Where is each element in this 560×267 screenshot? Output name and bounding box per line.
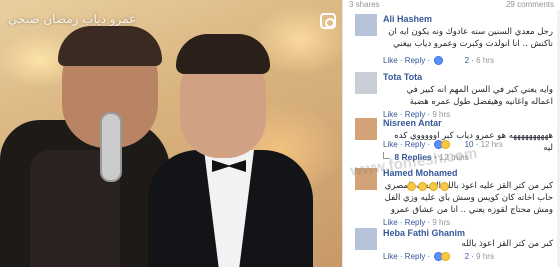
like-reaction-icon[interactable] <box>434 56 462 66</box>
comment-actions: Like · Reply · 9 hrs <box>383 218 451 227</box>
comment-time[interactable]: 12 hrs <box>481 140 503 149</box>
comment-time[interactable]: 9 hrs <box>476 252 494 261</box>
reaction-count: 2 <box>464 56 470 65</box>
reaction-count: 2 <box>464 252 470 261</box>
sad-emoji-icon <box>429 182 438 191</box>
comment-author[interactable]: Tota Tota <box>383 72 422 82</box>
comment-text: كبر من كتر القز اعوذ بالله <box>461 239 553 249</box>
comment-actions: Like · Reply · 10 · 12 hrs <box>383 140 503 150</box>
comment-author[interactable]: Heba Fathi Ghanim <box>383 228 465 238</box>
comment-author[interactable]: Nisreen Antar <box>383 118 442 128</box>
avatar[interactable] <box>355 72 377 94</box>
comment-time[interactable]: 9 hrs <box>432 218 450 227</box>
comment-time[interactable]: 6 hrs <box>476 56 494 65</box>
comment-text: وايه يعني كبر في السن المهم انه كبير في … <box>406 85 553 107</box>
photo-caption: عمرو دياب رمضان صبحي <box>8 12 137 26</box>
left-person-hair <box>58 26 162 66</box>
like-link[interactable]: Like <box>383 252 398 261</box>
like-link[interactable]: Like <box>383 56 398 65</box>
photo[interactable]: عمرو دياب رمضان صبحي <box>0 0 342 267</box>
comment-text: رجل معدي السنين سنه عادوك ونه يكون ايه ا… <box>388 27 553 49</box>
comment-actions: Like · Reply · 2 · 9 hrs <box>383 252 494 262</box>
comment-author[interactable]: Ali Hashem <box>383 14 432 24</box>
reply-link[interactable]: Reply <box>405 252 425 261</box>
like-link[interactable]: Like <box>383 218 398 227</box>
sad-emoji-icon <box>407 182 416 191</box>
comment-actions: Like · Reply · 2 · 6 hrs <box>383 56 494 66</box>
right-person-hair <box>176 34 270 74</box>
like-reaction-icon[interactable] <box>434 252 462 262</box>
reply-link[interactable]: Reply <box>405 218 425 227</box>
shares-bar: 3 shares 29 comments <box>343 0 560 10</box>
like-link[interactable]: Like <box>383 140 398 149</box>
comments-count[interactable]: 29 comments <box>506 0 554 10</box>
reply-link[interactable]: Reply <box>405 56 425 65</box>
emoji-row <box>407 182 449 191</box>
microphone <box>100 112 122 182</box>
shares-count[interactable]: 3 shares <box>349 0 380 10</box>
reply-link[interactable]: Reply <box>405 140 425 149</box>
sad-emoji-icon <box>418 182 427 191</box>
sad-emoji-icon <box>440 182 449 191</box>
comments-panel: 3 shares 29 comments Ali Hashem رجل معدي… <box>342 0 560 267</box>
avatar[interactable] <box>355 118 377 140</box>
instagram-icon[interactable] <box>320 13 336 29</box>
avatar[interactable] <box>355 14 377 36</box>
avatar[interactable] <box>355 228 377 250</box>
